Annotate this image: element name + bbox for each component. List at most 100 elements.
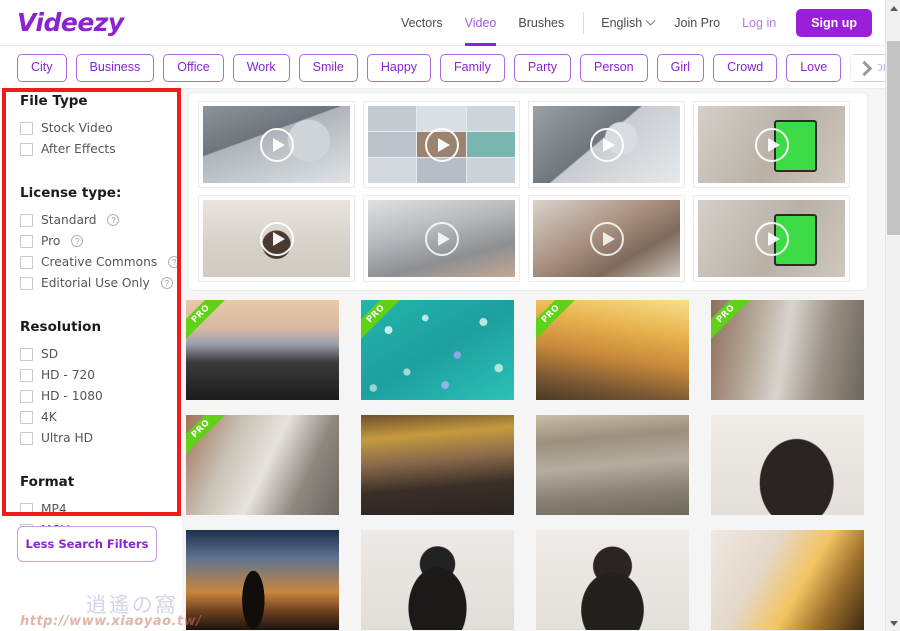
question-mark-icon[interactable]: ? [107,214,120,226]
play-circle-icon[interactable] [754,221,789,256]
checkbox-icon[interactable] [20,389,33,403]
checkbox-icon[interactable] [20,276,33,290]
featured-video-thumb[interactable] [364,102,519,187]
play-circle-icon[interactable] [424,221,459,256]
question-mark-icon[interactable]: ? [160,277,173,289]
question-mark-icon[interactable]: ? [71,235,84,247]
filter-option-pro[interactable]: Pro? [20,232,180,250]
video-result-thumb[interactable] [536,530,689,630]
tag-pill-happy[interactable]: Happy [366,54,432,82]
filter-option-label: Pro [41,234,61,248]
filter-option-4k[interactable]: 4K [20,408,180,426]
filter-option-mp4[interactable]: MP4 [20,500,180,518]
featured-video-thumb[interactable] [199,196,354,281]
featured-video-thumb[interactable] [529,102,684,187]
video-result-thumb[interactable]: PRO [186,415,339,515]
question-mark-icon[interactable]: ? [168,256,181,268]
video-result-thumb[interactable]: PRO [536,300,689,400]
tag-pill-crowd[interactable]: Crowd [713,54,778,82]
filter-option-aftereffects[interactable]: After Effects [20,140,180,158]
filter-group-title: File Type [20,93,88,109]
play-circle-icon[interactable] [589,221,624,256]
tag-pill-person[interactable]: Person [580,54,648,82]
filter-group-title: Format [20,474,75,490]
video-result-thumb[interactable] [711,415,864,515]
checkbox-icon[interactable] [20,121,33,135]
video-result-thumb[interactable]: PRO [361,300,514,400]
filter-option-label: HD - 1080 [41,389,103,403]
filter-option-ultrahd[interactable]: Ultra HD [20,429,180,447]
triangle-up-icon [889,5,898,11]
less-search-filters-button[interactable]: Less Search Filters [17,526,157,562]
scrollbar-thumb[interactable] [887,41,900,235]
filter-option-hd720[interactable]: HD - 720 [20,366,180,384]
video-result-thumb[interactable] [711,530,864,630]
tag-pill-party[interactable]: Party [513,54,572,82]
filter-option-standard[interactable]: Standard? [20,211,180,229]
nav-item-vectors[interactable]: Vectors [390,16,454,30]
checkbox-icon[interactable] [20,255,33,269]
checkbox-icon[interactable] [20,368,33,382]
video-result-thumb[interactable] [536,415,689,515]
video-result-thumb[interactable]: PRO [711,300,864,400]
nav-item-video[interactable]: Video [454,16,508,46]
tag-pill-business[interactable]: Business [75,54,155,82]
sign-up-button[interactable]: Sign up [796,9,872,37]
filter-group-spacer [20,450,180,458]
tag-pill-office[interactable]: Office [163,54,224,82]
site-logo[interactable]: Videezy [17,8,124,37]
chevron-right-icon [856,60,872,76]
filter-option-editorialuseonly[interactable]: Editorial Use Only? [20,274,180,292]
chevron-down-icon [645,15,656,26]
filter-option-stockvideo[interactable]: Stock Video [20,119,180,137]
tag-pill-work[interactable]: Work [232,54,290,82]
featured-video-thumb[interactable] [529,196,684,281]
play-circle-icon[interactable] [259,127,294,162]
tag-pill-girl[interactable]: Girl [656,54,705,82]
filter-option-sd[interactable]: SD [20,345,180,363]
play-circle-icon[interactable] [424,127,459,162]
tag-pill-family[interactable]: Family [440,54,505,82]
tag-pill-love[interactable]: Love [786,54,842,82]
play-circle-icon[interactable] [259,221,294,256]
video-result-thumb[interactable] [186,530,339,630]
checkbox-icon[interactable] [20,502,33,516]
featured-video-thumb[interactable] [199,102,354,187]
checkbox-icon[interactable] [20,410,33,424]
scroll-up-button[interactable] [886,0,900,16]
filter-group-resolution: Resolution SD HD - 720 HD - 1080 4K Ultra HD [20,319,180,458]
video-result-thumb[interactable]: PRO [186,300,339,400]
language-selector[interactable]: English [592,15,663,30]
filter-option-label: SD [41,347,59,361]
tag-pill-city[interactable]: City [17,54,67,82]
play-circle-icon[interactable] [589,127,624,162]
video-result-thumb[interactable] [361,530,514,630]
tag-pill-smile[interactable]: Smile [298,54,358,82]
checkbox-icon[interactable] [20,234,33,248]
filter-option-label: Ultra HD [41,431,93,445]
scroll-down-button[interactable] [886,615,900,631]
checkbox-icon[interactable] [20,431,33,445]
featured-video-thumb[interactable] [364,196,519,281]
filter-option-hd1080[interactable]: HD - 1080 [20,387,180,405]
filter-option-label: MP4 [41,502,67,516]
filter-option-creativecommons[interactable]: Creative Commons? [20,253,181,271]
triangle-down-icon [889,620,898,626]
checkbox-icon[interactable] [20,142,33,156]
thumbnail-image [361,530,514,630]
video-tile [368,158,417,183]
checkbox-icon[interactable] [20,213,33,227]
nav-item-brushes[interactable]: Brushes [507,16,575,30]
tag-next-button[interactable] [850,55,878,81]
featured-video-thumb[interactable] [694,196,849,281]
main-nav: Vectors Video Brushes English Join Pro L… [390,0,872,46]
checkbox-icon[interactable] [20,347,33,361]
results-row [186,530,876,630]
log-in-link[interactable]: Log in [731,16,787,30]
video-tile [417,158,466,183]
video-result-thumb[interactable] [361,415,514,515]
play-circle-icon[interactable] [754,127,789,162]
page-scrollbar[interactable] [885,0,900,631]
featured-video-thumb[interactable] [694,102,849,187]
join-pro-link[interactable]: Join Pro [663,16,731,30]
